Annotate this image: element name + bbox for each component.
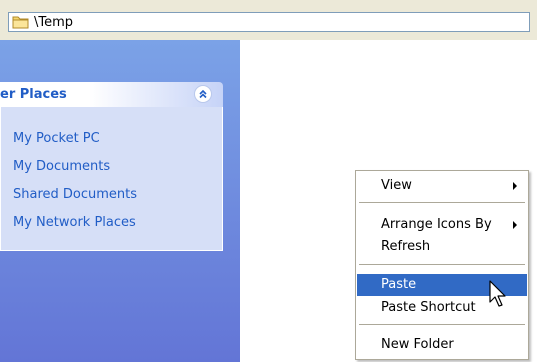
menu-separator [359,202,525,203]
address-path: \Temp [34,14,74,30]
menu-item-view[interactable]: View [357,175,527,197]
menu-item-label: Paste Shortcut [381,300,476,315]
mouse-pointer-icon [489,280,511,310]
address-field[interactable]: \Temp [8,12,530,32]
submenu-arrow-icon [513,221,517,229]
menu-separator [359,324,525,325]
link-my-network-places[interactable]: My Network Places [13,215,136,230]
menu-item-new-folder[interactable]: New Folder [357,334,527,356]
menu-item-refresh[interactable]: Refresh [357,236,527,258]
chevron-double-up-icon[interactable] [194,85,212,103]
menu-item-label: Paste [381,277,417,292]
link-shared-documents[interactable]: Shared Documents [13,187,137,202]
link-my-pocket-pc[interactable]: My Pocket PC [13,131,100,146]
other-places-body: My Pocket PC My Documents Shared Documen… [0,107,223,251]
menu-item-label: Refresh [381,239,431,254]
menu-item-arrange-icons-by[interactable]: Arrange Icons By [357,214,527,236]
menu-item-label: Arrange Icons By [381,217,492,232]
other-places-header[interactable]: er Places [0,82,223,107]
menu-item-label: View [381,178,412,193]
menu-item-label: New Folder [381,337,454,352]
submenu-arrow-icon [513,182,517,190]
panel-title: er Places [0,87,67,102]
link-my-documents[interactable]: My Documents [13,159,110,174]
menu-separator [359,264,525,265]
context-menu: View Arrange Icons By Refresh Paste Past… [355,170,529,360]
address-bar: \Temp [0,0,537,40]
folder-icon [12,15,30,29]
